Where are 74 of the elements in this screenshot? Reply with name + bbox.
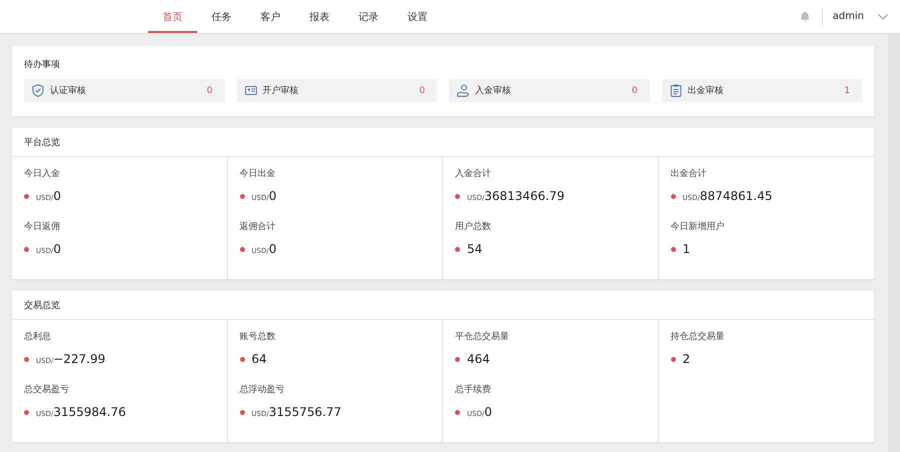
bullet-dot [24, 356, 29, 362]
nav-tab[interactable]: 客户 [246, 0, 295, 33]
bullet-dot [24, 410, 29, 414]
section-title: 待办事项 [24, 58, 60, 71]
stat-value: 0 [268, 242, 276, 256]
stat-label: 总利息 [24, 330, 51, 343]
bullet-dot [240, 410, 244, 414]
bullet-dot [455, 246, 460, 252]
stat-label: 今日返佣 [24, 220, 60, 233]
todo-label: 开户审核 [262, 84, 298, 97]
stat-label: 返佣合计 [240, 220, 276, 233]
stat-label: 账号总数 [240, 330, 276, 343]
stat-value: 1 [682, 242, 690, 256]
nav-tab[interactable]: 首页 [148, 0, 197, 33]
stat-label: 今日新增用户 [670, 220, 724, 233]
stat-label: 出金合计 [670, 168, 706, 180]
stat-value: 0 [53, 189, 61, 203]
bullet-dot [455, 194, 460, 198]
bullet-dot [240, 246, 244, 252]
stat-value: 2 [682, 352, 690, 366]
username[interactable]: admin [832, 11, 864, 22]
stat-value: 64 [252, 352, 267, 366]
bullet-dot [455, 356, 460, 362]
stat-value: −227.99 [53, 352, 106, 366]
todo-count: 0 [206, 86, 212, 96]
stat-label: 平仓总交易量 [455, 330, 509, 343]
todo-label: 认证审核 [50, 84, 86, 97]
shield-check-icon [32, 84, 44, 97]
todo-count: 1 [844, 86, 850, 96]
bullet-dot [240, 356, 244, 362]
todo-item[interactable]: 入金审核 0 [449, 79, 650, 102]
todo-item[interactable]: 出金审核 1 [662, 79, 862, 102]
bullet-dot [24, 194, 29, 198]
stat-label: 今日出金 [240, 168, 276, 180]
todo-count: 0 [632, 86, 638, 96]
stat-value: 36813466.79 [484, 189, 564, 203]
scrollbar-track[interactable] [888, 34, 900, 452]
stat-value: 0 [268, 189, 276, 203]
stat-value: 464 [467, 352, 490, 366]
todo-label: 入金审核 [475, 84, 511, 97]
bell-icon[interactable] [800, 11, 810, 22]
bullet-dot [455, 410, 460, 414]
bullet-dot [240, 194, 244, 198]
stat-label: 总浮动盈亏 [240, 384, 284, 396]
bullet-dot [670, 356, 676, 362]
stat-value: 54 [467, 242, 482, 256]
nav-tab[interactable]: 记录 [344, 0, 393, 33]
stat-label: 持仓总交易量 [670, 330, 724, 343]
bullet-dot [24, 246, 29, 252]
hand-coin-icon [457, 84, 469, 97]
id-card-icon [244, 84, 256, 97]
nav-tab[interactable]: 报表 [295, 0, 344, 33]
stat-value: 0 [53, 242, 61, 256]
todo-item[interactable]: 开户审核 0 [236, 79, 437, 102]
stat-value: 0 [484, 405, 492, 419]
section-title: 交易总览 [24, 300, 60, 312]
stat-value: 3155984.76 [53, 405, 126, 419]
stat-label: 入金合计 [455, 168, 491, 180]
todo-item[interactable]: 认证审核 0 [24, 79, 224, 102]
bullet-dot [670, 246, 676, 252]
stat-label: 今日入金 [24, 168, 60, 180]
chevron-down-icon[interactable] [878, 14, 888, 20]
bullet-dot [670, 194, 676, 198]
nav-tab[interactable]: 任务 [197, 0, 246, 33]
section-title: 平台总览 [24, 136, 60, 148]
clipboard-icon [670, 84, 682, 97]
stat-label: 用户总数 [455, 220, 491, 233]
stat-value: 8874861.45 [700, 189, 772, 203]
stat-label: 总手续费 [455, 384, 491, 396]
todo-count: 0 [419, 86, 425, 96]
nav-tab[interactable]: 设置 [393, 0, 442, 33]
stat-label: 总交易盈亏 [24, 384, 69, 396]
todo-label: 出金审核 [688, 84, 724, 97]
stat-value: 3155756.77 [268, 405, 342, 419]
